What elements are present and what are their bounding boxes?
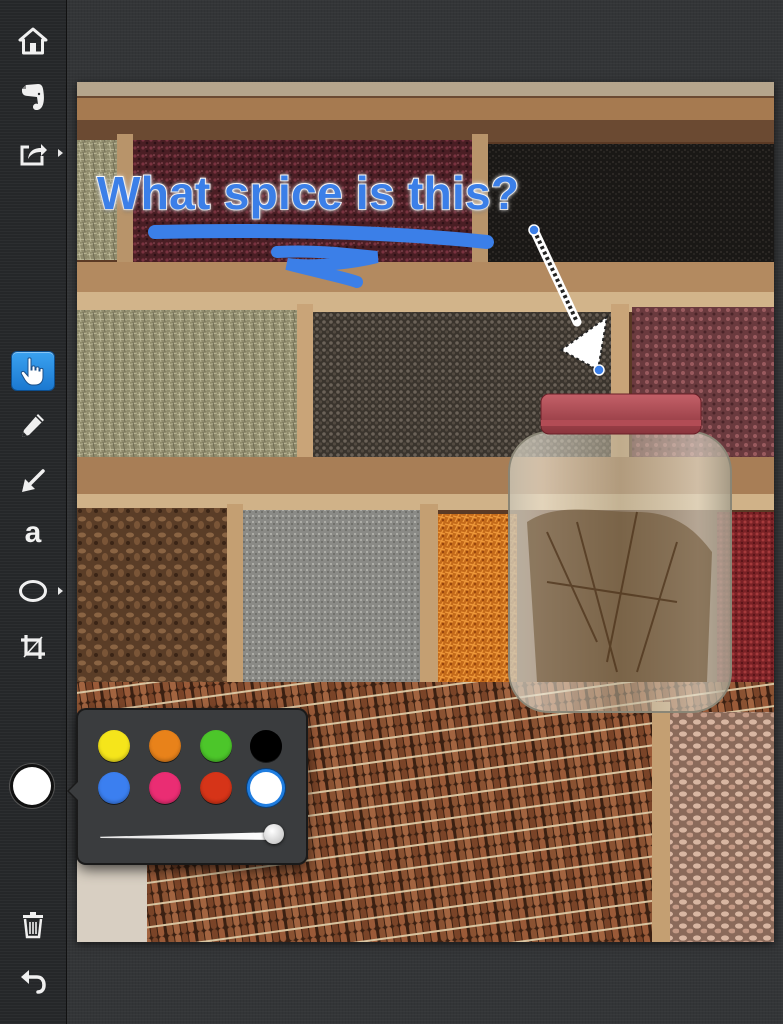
text-tool-button[interactable]: a	[12, 516, 54, 554]
share-menu-caret[interactable]	[58, 149, 63, 157]
crop-icon	[19, 633, 47, 661]
select-tool-button[interactable]	[12, 352, 54, 390]
pencil-icon	[19, 411, 47, 439]
swatch-orange[interactable]	[149, 730, 181, 762]
share-icon	[18, 139, 48, 167]
trash-icon	[21, 911, 45, 939]
swatch-red[interactable]	[200, 772, 232, 804]
text-tool-icon: a	[24, 516, 42, 549]
arrow-end-handle[interactable]	[593, 364, 605, 376]
swatch-black[interactable]	[250, 730, 282, 762]
shape-menu-caret[interactable]	[58, 587, 63, 595]
home-button[interactable]	[12, 22, 54, 60]
ellipse-icon	[18, 579, 48, 603]
home-icon	[18, 27, 48, 55]
popover-arrow	[67, 780, 78, 802]
arrow-head[interactable]	[559, 314, 609, 372]
stroke-width-slider[interactable]	[100, 832, 280, 840]
delete-button[interactable]	[12, 906, 54, 944]
current-color-button[interactable]	[13, 767, 51, 805]
text-annotation[interactable]: What spice is this?	[96, 166, 520, 220]
evernote-button[interactable]	[12, 78, 54, 116]
hand-pointer-icon	[20, 356, 46, 386]
arrow-icon	[19, 467, 47, 495]
stroke-width-slider-thumb[interactable]	[264, 824, 284, 844]
evernote-icon	[19, 82, 47, 112]
swatch-blue[interactable]	[98, 772, 130, 804]
arrow-tool-button[interactable]	[12, 462, 54, 500]
swatch-pink[interactable]	[149, 772, 181, 804]
app-window: a What spice is this?	[0, 0, 783, 1024]
swatch-yellow[interactable]	[98, 730, 130, 762]
color-picker-popover	[67, 710, 306, 863]
scribble-stroke-2[interactable]	[271, 245, 379, 288]
shape-tool-button[interactable]	[12, 572, 54, 610]
crop-tool-button[interactable]	[12, 628, 54, 666]
undo-icon	[19, 968, 47, 994]
undo-button[interactable]	[12, 962, 54, 1000]
pencil-tool-button[interactable]	[12, 406, 54, 444]
left-toolbar: a	[0, 0, 67, 1024]
arrow-start-handle[interactable]	[528, 224, 540, 236]
swatch-white[interactable]	[250, 772, 282, 804]
scribble-stroke[interactable]	[148, 224, 494, 249]
swatch-green[interactable]	[200, 730, 232, 762]
share-button[interactable]	[12, 134, 54, 172]
